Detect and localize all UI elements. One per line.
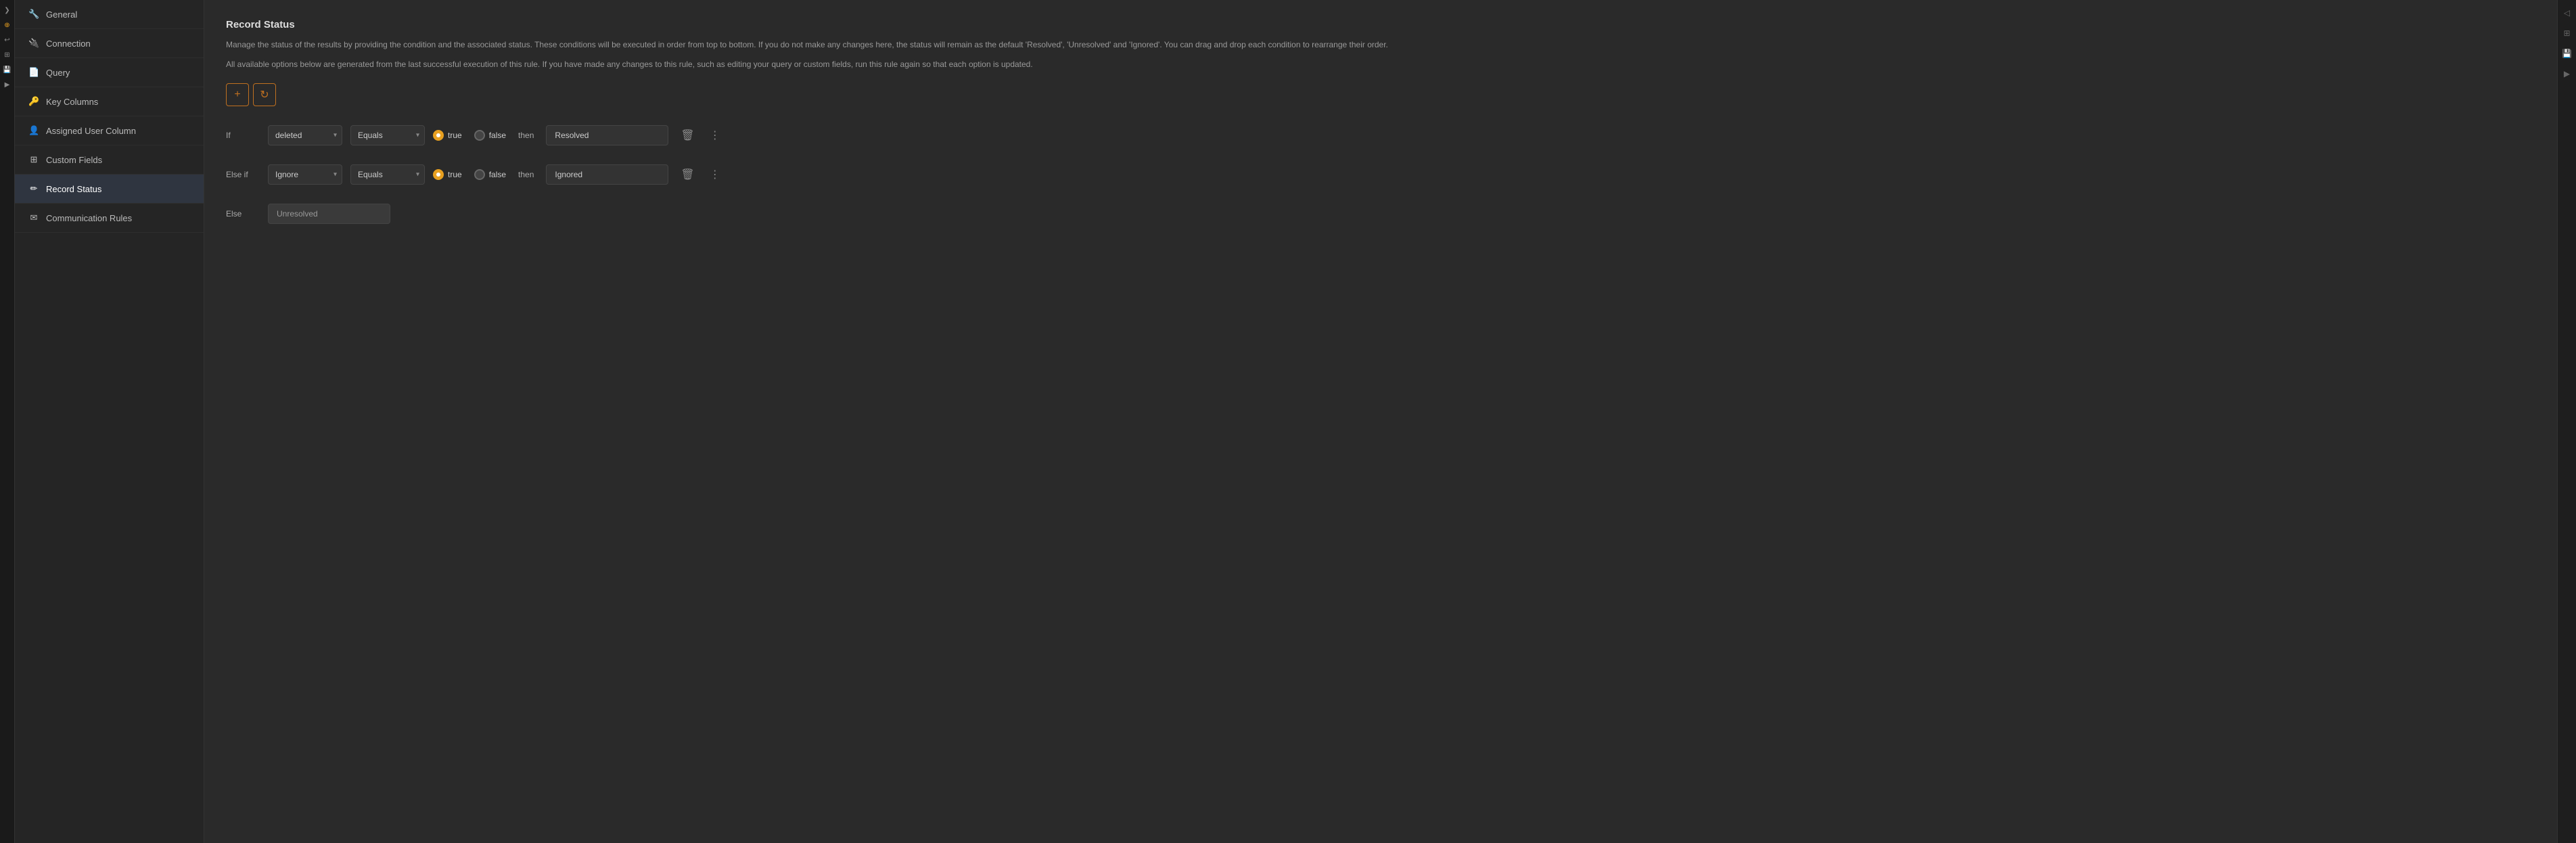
radio-false-2[interactable]: false: [474, 169, 506, 180]
sidebar-item-label: Key Columns: [46, 97, 98, 107]
condition-type-2: Else if: [226, 170, 260, 179]
condition-row-2: Else if Ignore Equals true false then: [226, 164, 2535, 185]
else-value-input: [268, 204, 390, 224]
doc-icon: 📄: [28, 67, 39, 78]
operator-select-1[interactable]: Equals: [350, 125, 425, 145]
sidebar-item-label: General: [46, 9, 77, 20]
wrench-icon: 🔧: [28, 9, 39, 20]
field-select-wrapper-2: Ignore: [268, 164, 342, 185]
radio-true-2[interactable]: true: [433, 169, 462, 180]
radio-false-label-1: false: [489, 131, 506, 140]
sidebar-item-connection[interactable]: 🔌 Connection: [15, 29, 204, 58]
key-icon: 🔑: [28, 96, 39, 107]
sidebar-item-custom-fields[interactable]: ⊞ Custom Fields: [15, 145, 204, 175]
radio-false-1[interactable]: false: [474, 130, 506, 141]
radio-true-label-1: true: [448, 131, 462, 140]
delete-condition-1[interactable]: 🗑: [676, 126, 698, 145]
sidebar-item-record-status[interactable]: ✏ Record Status: [15, 175, 204, 204]
then-label-2: then: [518, 170, 534, 179]
main-content: Record Status Manage the status of the r…: [204, 0, 2557, 843]
sidebar-item-label: Communication Rules: [46, 213, 132, 223]
condition-row-1: If deleted Equals true false then: [226, 125, 2535, 145]
field-select-wrapper-1: deleted: [268, 125, 342, 145]
grid-right-icon[interactable]: ⊞: [2560, 26, 2573, 41]
user-icon: 👤: [28, 125, 39, 136]
operator-select-wrapper-2: Equals: [350, 164, 425, 185]
radio-dot-true-2: [433, 169, 444, 180]
edit-icon: ✏: [28, 183, 39, 194]
sidebar-item-label: Query: [46, 68, 70, 78]
radio-group-2: true false: [433, 169, 506, 180]
run-icon[interactable]: ▶: [3, 80, 12, 91]
collapse-right-icon[interactable]: ◁: [2561, 5, 2573, 20]
sidebar-item-communication-rules[interactable]: ✉ Communication Rules: [15, 204, 204, 233]
radio-dot-false-2: [474, 169, 485, 180]
sidebar-item-key-columns[interactable]: 🔑 Key Columns: [15, 87, 204, 116]
more-options-1[interactable]: ⋮: [707, 126, 723, 145]
else-row: Else: [226, 204, 2535, 224]
right-rail: ◁ ⊞ 💾 ▶: [2557, 0, 2576, 843]
radio-group-1: true false: [433, 130, 506, 141]
else-label: Else: [226, 209, 260, 219]
field-select-1[interactable]: deleted: [268, 125, 342, 145]
page-title: Record Status: [226, 19, 2535, 30]
sidebar: 🔧 General 🔌 Connection 📄 Query 🔑 Key Col…: [15, 0, 204, 843]
sidebar-item-general[interactable]: 🔧 General: [15, 0, 204, 29]
expand-icon[interactable]: ❯: [2, 5, 12, 16]
add-condition-button[interactable]: +: [226, 83, 249, 106]
save-right-icon[interactable]: 💾: [2559, 46, 2575, 61]
radio-dot-true-1: [433, 130, 444, 141]
play-right-icon[interactable]: ▶: [2561, 66, 2573, 81]
add-icon[interactable]: ⊕: [2, 20, 12, 31]
description-1: Manage the status of the results by prov…: [226, 39, 2535, 51]
radio-dot-false-1: [474, 130, 485, 141]
sidebar-nav: 🔧 General 🔌 Connection 📄 Query 🔑 Key Col…: [15, 0, 204, 843]
refresh-button[interactable]: ↻: [253, 83, 276, 106]
toolbar: + ↻: [226, 83, 2535, 106]
result-input-2[interactable]: [546, 164, 668, 185]
grid-icon[interactable]: ⊞: [2, 50, 12, 61]
then-label-1: then: [518, 131, 534, 140]
mail-icon: ✉: [28, 212, 39, 223]
radio-true-1[interactable]: true: [433, 130, 462, 141]
table-icon: ⊞: [28, 154, 39, 165]
icon-bar: ❯ ⊕ ↩ ⊞ 💾 ▶: [0, 0, 15, 843]
operator-select-wrapper-1: Equals: [350, 125, 425, 145]
sidebar-item-label: Assigned User Column: [46, 126, 136, 136]
undo-icon[interactable]: ↩: [2, 35, 12, 46]
more-options-2[interactable]: ⋮: [707, 165, 723, 184]
sidebar-item-label: Custom Fields: [46, 155, 102, 165]
sidebar-item-query[interactable]: 📄 Query: [15, 58, 204, 87]
radio-false-label-2: false: [489, 170, 506, 179]
field-select-2[interactable]: Ignore: [268, 164, 342, 185]
plug-icon: 🔌: [28, 38, 39, 49]
sidebar-item-label: Connection: [46, 39, 91, 49]
delete-condition-2[interactable]: 🗑: [676, 165, 698, 184]
description-2: All available options below are generate…: [226, 58, 2535, 71]
save-icon[interactable]: 💾: [1, 65, 13, 76]
condition-type-1: If: [226, 131, 260, 140]
sidebar-item-assigned-user[interactable]: 👤 Assigned User Column: [15, 116, 204, 145]
radio-true-label-2: true: [448, 170, 462, 179]
result-input-1[interactable]: [546, 125, 668, 145]
operator-select-2[interactable]: Equals: [350, 164, 425, 185]
sidebar-item-label: Record Status: [46, 184, 101, 194]
